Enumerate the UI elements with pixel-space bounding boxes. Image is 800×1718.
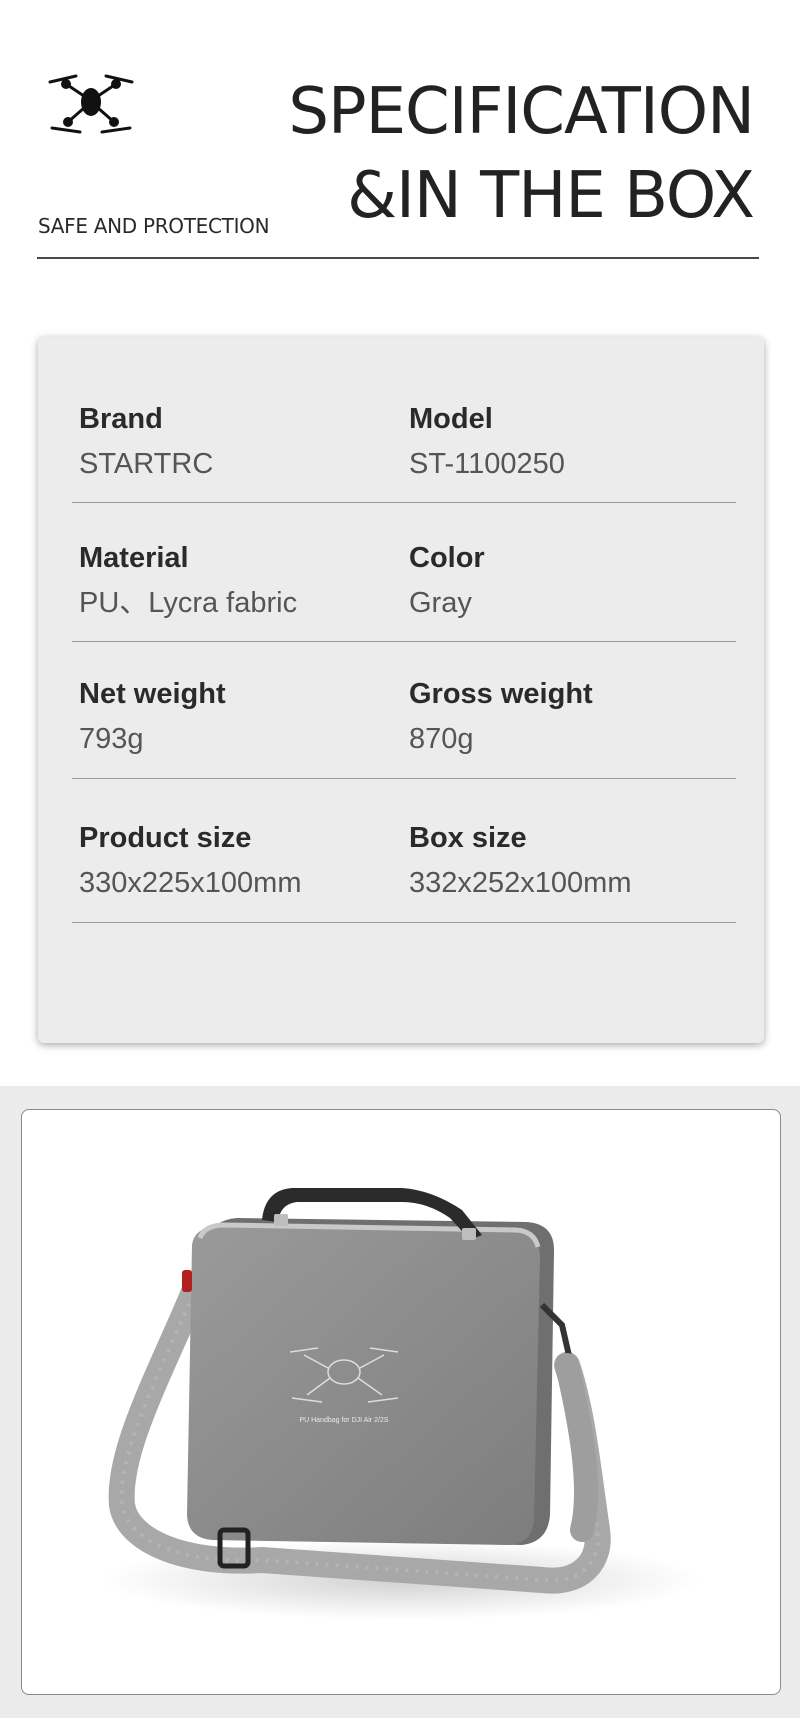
spec-label: Material xyxy=(79,542,189,574)
spec-row: Net weight 793g Gross weight 870g xyxy=(72,677,736,779)
spec-model: Model ST-1100250 xyxy=(409,402,565,481)
title-line-2: &IN THE BOX xyxy=(347,159,755,233)
title-line-1: SPECIFICATION xyxy=(288,75,755,149)
spec-value: 332x252x100mm xyxy=(409,867,632,899)
spec-product-size: Product size 330x225x100mm xyxy=(79,821,301,900)
spec-box-size: Box size 332x252x100mm xyxy=(409,821,631,900)
spec-gross-weight: Gross weight 870g xyxy=(409,677,593,756)
spec-row: Material PU、Lycra fabric Color Gray xyxy=(72,541,736,642)
spec-brand: Brand STARTRC xyxy=(79,402,213,481)
spec-net-weight: Net weight 793g xyxy=(79,677,226,756)
header: SPECIFICATION &IN THE BOX SAFE AND PROTE… xyxy=(0,0,800,300)
product-photo-frame: PU Handbag for DJI Air 2/2S xyxy=(21,1109,781,1695)
spec-label: Model xyxy=(409,403,493,435)
product-photo-section: PU Handbag for DJI Air 2/2S xyxy=(0,1086,800,1718)
spec-value: STARTRC xyxy=(79,448,214,480)
subtitle: SAFE AND PROTECTION xyxy=(38,214,270,238)
divider xyxy=(37,257,759,259)
spec-label: Box size xyxy=(409,822,527,854)
spec-card: Brand STARTRC Model ST-1100250 Material … xyxy=(38,337,764,1043)
spec-label: Brand xyxy=(79,403,163,435)
spec-row: Product size 330x225x100mm Box size 332x… xyxy=(72,821,736,923)
spec-value: Gray xyxy=(409,587,472,619)
spec-label: Net weight xyxy=(79,678,226,710)
spec-label: Product size xyxy=(79,822,252,854)
spec-material: Material PU、Lycra fabric xyxy=(79,541,297,620)
spec-label: Color xyxy=(409,542,485,574)
spec-value: ST-1100250 xyxy=(409,448,565,480)
spec-value: 793g xyxy=(79,723,144,755)
spec-row: Brand STARTRC Model ST-1100250 xyxy=(72,402,736,503)
spec-label: Gross weight xyxy=(409,678,593,710)
spec-color: Color Gray xyxy=(409,541,485,620)
bag-print-text: PU Handbag for DJI Air 2/2S xyxy=(299,1417,388,1424)
drone-icon xyxy=(48,74,134,134)
product-photo: PU Handbag for DJI Air 2/2S xyxy=(102,1188,702,1620)
page-title: SPECIFICATION &IN THE BOX xyxy=(288,70,755,238)
spec-value: 330x225x100mm xyxy=(79,867,302,899)
spec-value: PU、Lycra fabric xyxy=(79,587,298,619)
spec-value: 870g xyxy=(409,723,474,755)
